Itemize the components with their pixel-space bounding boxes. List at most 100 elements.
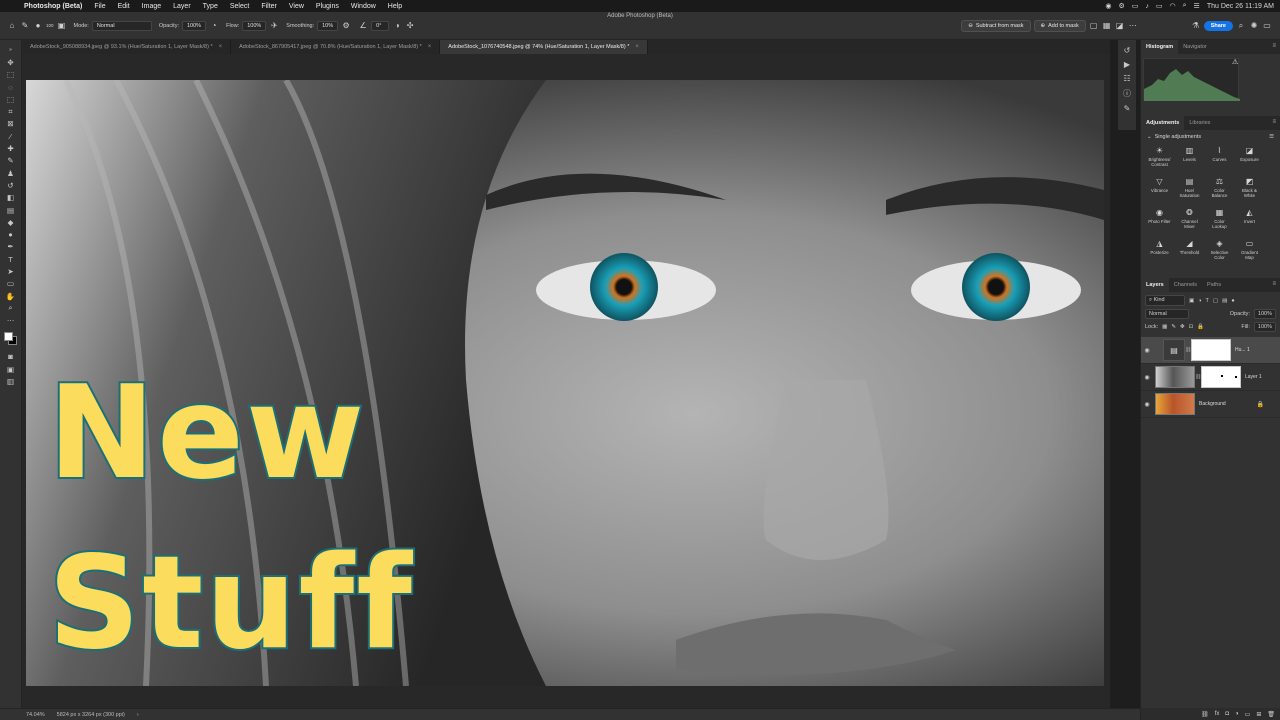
new-group-icon[interactable]: ▭ — [1245, 711, 1251, 718]
delete-layer-icon[interactable]: 🗑 — [1267, 711, 1275, 718]
tray-battery-icon[interactable]: ▭ — [1156, 2, 1163, 10]
adj-gradient-map[interactable]: ▭ Gradient Map — [1235, 239, 1264, 268]
adj-vibrance[interactable]: ▽ Vibrance — [1145, 177, 1174, 206]
add-to-mask-button[interactable]: ⊕ Add to mask — [1033, 19, 1086, 32]
quick-mask-icon[interactable]: ◙ — [3, 351, 19, 363]
smoothing-field[interactable]: 10% — [317, 20, 339, 31]
adj-exposure[interactable]: ◪ Exposure — [1235, 146, 1264, 175]
tray-gear-icon[interactable]: ⚙ — [1118, 2, 1124, 10]
adj-curves[interactable]: ⌇ Curves — [1205, 146, 1234, 175]
tray-audio-icon[interactable]: ♪ — [1145, 3, 1149, 10]
lock-pixels-icon[interactable]: ▦ — [1162, 324, 1167, 330]
pen-tool-icon[interactable]: ✒ — [3, 241, 19, 253]
gradient-tool-icon[interactable]: ▤ — [3, 204, 19, 216]
layer-row-hue-saturation[interactable]: ◉ ▤ ⛓ Hu... 1 — [1141, 337, 1280, 364]
mode-select[interactable]: Normal — [91, 20, 152, 31]
hand-tool-icon[interactable]: ✋ — [3, 290, 19, 302]
tray-app-icon[interactable]: ◉ — [1105, 2, 1111, 10]
lock-paint-icon[interactable]: ✎ — [1171, 324, 1176, 330]
panel-menu-icon[interactable]: ≡ — [1272, 43, 1276, 49]
tab-channels[interactable]: Channels — [1169, 278, 1202, 292]
stamp-tool-icon[interactable]: ♟ — [3, 167, 19, 179]
lock-move-icon[interactable]: ✥ — [1180, 324, 1185, 330]
brush-preset-icon[interactable]: ● — [33, 21, 43, 31]
filter-pixel-icon[interactable]: ▣ — [1189, 298, 1194, 304]
adj-photo-filter[interactable]: ◉ Photo Filter — [1145, 208, 1174, 237]
flow-field[interactable]: 100% — [242, 20, 267, 31]
info-icon[interactable]: ⓘ — [1123, 88, 1131, 99]
adj-selective-color[interactable]: ◈ Selective Color — [1205, 239, 1234, 268]
blur-tool-icon[interactable]: ◆ — [3, 216, 19, 228]
tab-libraries[interactable]: Libraries — [1184, 116, 1215, 130]
brush-tool-icon[interactable]: ✎ — [3, 155, 19, 167]
panel-menu-icon[interactable]: ≡ — [1272, 119, 1276, 125]
shape-tool-icon[interactable]: ▭ — [3, 278, 19, 290]
visibility-eye-icon[interactable]: ◉ — [1141, 374, 1153, 381]
menu-image[interactable]: Image — [136, 3, 167, 10]
frames-icon[interactable]: ▥ — [3, 375, 19, 387]
adj-levels[interactable]: ▥ Levels — [1175, 146, 1204, 175]
tab-layers[interactable]: Layers — [1141, 278, 1169, 292]
canvas-area[interactable]: New Stuff — [22, 54, 1110, 708]
path-select-tool-icon[interactable]: ➤ — [3, 265, 19, 277]
layer-mask-thumb[interactable] — [1191, 339, 1231, 361]
more-icon[interactable]: ⋯ — [1128, 21, 1138, 31]
healing-tool-icon[interactable]: ✚ — [3, 142, 19, 154]
layer-row-background[interactable]: ◉ Background 🔒 — [1141, 391, 1280, 418]
more-tools-icon[interactable]: ⋯ — [3, 315, 19, 327]
menu-window[interactable]: Window — [345, 3, 382, 10]
menu-filter[interactable]: Filter — [255, 3, 283, 10]
tab-document-1[interactable]: AdobeStock_905088934.jpeg @ 93.1% (Hue/S… — [22, 40, 232, 54]
properties-icon[interactable]: ☷ — [1123, 74, 1130, 83]
object-select-tool-icon[interactable]: ⬚ — [3, 93, 19, 105]
new-adjustment-icon[interactable]: ◑ — [1235, 711, 1239, 717]
single-adjustments-header[interactable]: ⌄ Single adjustments ☰ — [1141, 130, 1280, 144]
control-center-icon[interactable]: ☰ — [1194, 2, 1200, 10]
gear-icon[interactable]: ⚙ — [341, 21, 351, 31]
new-layer-icon[interactable]: ⊞ — [1256, 711, 1261, 718]
zoom-tool-icon[interactable]: ⌕ — [3, 302, 19, 314]
layer-opacity-field[interactable]: 100% — [1253, 309, 1276, 319]
layer-name[interactable]: Background — [1199, 401, 1226, 407]
link-layers-icon[interactable]: ⛓ — [1201, 711, 1209, 718]
history-icon[interactable]: ↺ — [1124, 46, 1131, 55]
visibility-eye-icon[interactable]: ◉ — [1141, 401, 1153, 408]
fx-icon[interactable]: fx — [1215, 711, 1220, 717]
tab-document-3[interactable]: AdobeStock_1076740548.jpeg @ 74% (Hue/Sa… — [440, 40, 648, 54]
menu-view[interactable]: View — [283, 3, 310, 10]
adj-color-balance[interactable]: ⚖ Color Balance — [1205, 177, 1234, 206]
menu-layer[interactable]: Layer — [167, 3, 197, 10]
mask-tool-icon-2[interactable]: ▦ — [1102, 21, 1112, 31]
panel-menu-icon[interactable]: ≡ — [1272, 281, 1276, 287]
subtract-from-mask-button[interactable]: ⊖ Subtract from mask — [961, 19, 1031, 32]
adj-brightness-contrast[interactable]: ☀ Brightness/Contrast — [1145, 146, 1174, 175]
status-arrow-icon[interactable]: › — [137, 712, 139, 718]
search-icon[interactable]: ⌕ — [1183, 2, 1187, 10]
tab-adjustments[interactable]: Adjustments — [1141, 116, 1185, 130]
adj-color-lookup[interactable]: ▦ Color Lookup — [1205, 208, 1234, 237]
flask-icon[interactable]: ⚗ — [1191, 21, 1201, 31]
lock-artboard-icon[interactable]: ⊡ — [1189, 324, 1194, 330]
tray-display-icon[interactable]: ▭ — [1132, 2, 1139, 10]
angle-field[interactable]: 0° — [371, 20, 390, 31]
mask-tool-icon-1[interactable]: ▢ — [1089, 21, 1099, 31]
warning-icon[interactable]: ⚠ — [1232, 58, 1238, 66]
filter-adjustment-icon[interactable]: ◑ — [1198, 298, 1201, 304]
share-button[interactable]: Share — [1203, 20, 1233, 31]
wifi-icon[interactable]: ◠ — [1170, 2, 1176, 10]
menu-type[interactable]: Type — [197, 3, 224, 10]
visibility-eye-icon[interactable]: ◉ — [1141, 347, 1153, 354]
layer-name[interactable]: Layer 1 — [1245, 374, 1262, 380]
color-swatches[interactable] — [3, 331, 19, 347]
pressure-size-icon[interactable]: ◑ — [392, 21, 402, 31]
menu-select[interactable]: Select — [224, 3, 255, 10]
clock[interactable]: Thu Dec 26 11:19 AM — [1207, 3, 1274, 10]
lock-all-icon[interactable]: 🔒 — [1197, 324, 1204, 330]
layer-mask-thumb[interactable] — [1201, 366, 1241, 388]
menu-edit[interactable]: Edit — [112, 3, 136, 10]
adj-threshold[interactable]: ◢ Threshold — [1175, 239, 1204, 268]
menu-file[interactable]: File — [88, 3, 111, 10]
adj-channel-mixer[interactable]: ❂ Channel Mixer — [1175, 208, 1204, 237]
home-icon[interactable]: ⌂ — [7, 21, 17, 31]
filter-toggle-icon[interactable]: ● — [1231, 298, 1234, 304]
